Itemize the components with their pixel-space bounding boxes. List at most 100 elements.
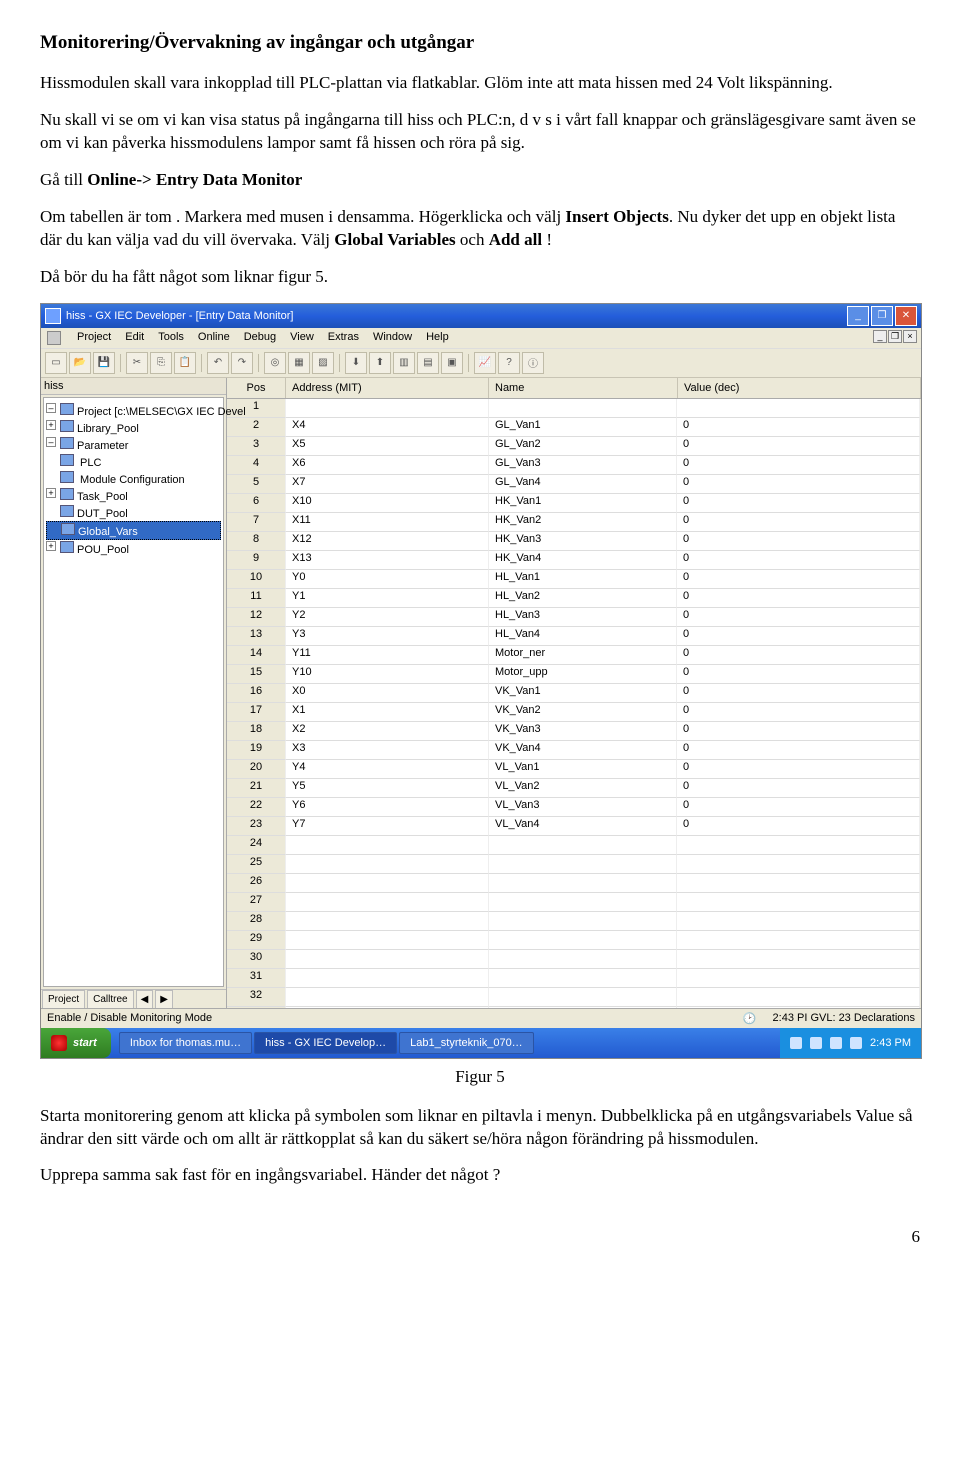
tray-icon-2[interactable] <box>810 1037 822 1049</box>
tree-item[interactable]: PLC <box>46 453 221 470</box>
tray-icon-4[interactable] <box>850 1037 862 1049</box>
cell-address[interactable]: X10 <box>286 494 489 513</box>
cell-name[interactable]: VK_Van2 <box>489 703 677 722</box>
cell-address[interactable]: X4 <box>286 418 489 437</box>
table-row[interactable]: 23Y7VL_Van40 <box>227 817 920 836</box>
sidebar-tab-nav-right[interactable]: ▶ <box>155 990 173 1008</box>
mdi-close-button[interactable]: × <box>903 330 917 343</box>
cell-value[interactable] <box>677 893 920 912</box>
cell-name[interactable]: HL_Van4 <box>489 627 677 646</box>
table-row[interactable]: 25 <box>227 855 920 874</box>
cell-address[interactable]: Y1 <box>286 589 489 608</box>
cell-address[interactable]: X3 <box>286 741 489 760</box>
cell-name[interactable]: GL_Van3 <box>489 456 677 475</box>
cell-value[interactable] <box>677 988 920 1007</box>
tool-open-icon[interactable]: 📂 <box>69 352 91 374</box>
cell-address[interactable] <box>286 836 489 855</box>
cell-value[interactable] <box>677 855 920 874</box>
cell-address[interactable]: X5 <box>286 437 489 456</box>
cell-name[interactable]: VL_Van3 <box>489 798 677 817</box>
maximize-button[interactable]: ❐ <box>871 306 893 326</box>
cell-address[interactable]: X6 <box>286 456 489 475</box>
table-row[interactable]: 4X6GL_Van30 <box>227 456 920 475</box>
table-row[interactable]: 10Y0HL_Van10 <box>227 570 920 589</box>
table-row[interactable]: 2X4GL_Van10 <box>227 418 920 437</box>
cell-value[interactable] <box>677 836 920 855</box>
table-row[interactable]: 14Y11Motor_ner0 <box>227 646 920 665</box>
cell-name[interactable]: HK_Van4 <box>489 551 677 570</box>
tool-save-icon[interactable]: 💾 <box>93 352 115 374</box>
tool-plc-1-icon[interactable]: ▥ <box>393 352 415 374</box>
cell-address[interactable]: Y6 <box>286 798 489 817</box>
cell-address[interactable]: X1 <box>286 703 489 722</box>
taskbar-item-hiss[interactable]: hiss - GX IEC Develop… <box>254 1032 397 1054</box>
tree-item[interactable]: Module Configuration <box>46 470 221 487</box>
cell-address[interactable] <box>286 931 489 950</box>
table-row[interactable]: 9X13HK_Van40 <box>227 551 920 570</box>
tool-misc-2-icon[interactable]: ▨ <box>312 352 334 374</box>
cell-address[interactable]: Y2 <box>286 608 489 627</box>
cell-name[interactable]: VK_Van3 <box>489 722 677 741</box>
cell-name[interactable]: HL_Van2 <box>489 589 677 608</box>
cell-address[interactable]: Y5 <box>286 779 489 798</box>
table-row[interactable]: 16X0VK_Van10 <box>227 684 920 703</box>
cell-name[interactable]: GL_Van2 <box>489 437 677 456</box>
cell-name[interactable]: HK_Van1 <box>489 494 677 513</box>
cell-address[interactable] <box>286 855 489 874</box>
window-titlebar[interactable]: hiss - GX IEC Developer - [Entry Data Mo… <box>41 304 921 328</box>
tool-info-icon[interactable]: ⓘ <box>522 352 544 374</box>
cell-value[interactable]: 0 <box>677 513 920 532</box>
tray-icon-3[interactable] <box>830 1037 842 1049</box>
table-row[interactable]: 33 <box>227 1007 920 1008</box>
cell-value[interactable]: 0 <box>677 665 920 684</box>
tool-copy-icon[interactable]: ⎘ <box>150 352 172 374</box>
table-row[interactable]: 31 <box>227 969 920 988</box>
cell-address[interactable]: X0 <box>286 684 489 703</box>
cell-name[interactable]: VL_Van4 <box>489 817 677 836</box>
cell-name[interactable]: GL_Van4 <box>489 475 677 494</box>
cell-name[interactable] <box>489 893 677 912</box>
tool-cut-icon[interactable]: ✂ <box>126 352 148 374</box>
cell-value[interactable] <box>677 969 920 988</box>
col-header-value[interactable]: Value (dec) <box>678 378 921 398</box>
table-row[interactable]: 18X2VK_Van30 <box>227 722 920 741</box>
cell-name[interactable] <box>489 969 677 988</box>
cell-name[interactable]: VK_Van4 <box>489 741 677 760</box>
cell-value[interactable]: 0 <box>677 570 920 589</box>
cell-value[interactable]: 0 <box>677 703 920 722</box>
cell-address[interactable] <box>286 988 489 1007</box>
tool-paste-icon[interactable]: 📋 <box>174 352 196 374</box>
menu-view[interactable]: View <box>290 331 314 345</box>
cell-name[interactable] <box>489 399 677 418</box>
taskbar-item-inbox[interactable]: Inbox for thomas.mu… <box>119 1032 252 1054</box>
table-row[interactable]: 26 <box>227 874 920 893</box>
table-row[interactable]: 32 <box>227 988 920 1007</box>
cell-value[interactable] <box>677 950 920 969</box>
close-button[interactable]: ✕ <box>895 306 917 326</box>
cell-name[interactable]: VK_Van1 <box>489 684 677 703</box>
table-row[interactable]: 30 <box>227 950 920 969</box>
menu-tools[interactable]: Tools <box>158 331 184 345</box>
tool-plc-2-icon[interactable]: ▤ <box>417 352 439 374</box>
tree-item[interactable]: DUT_Pool <box>46 504 221 521</box>
cell-value[interactable]: 0 <box>677 779 920 798</box>
table-row[interactable]: 3X5GL_Van20 <box>227 437 920 456</box>
cell-value[interactable] <box>677 912 920 931</box>
cell-address[interactable]: X7 <box>286 475 489 494</box>
cell-value[interactable]: 0 <box>677 589 920 608</box>
cell-name[interactable] <box>489 988 677 1007</box>
tool-chart-icon[interactable]: 📈 <box>474 352 496 374</box>
cell-address[interactable] <box>286 874 489 893</box>
cell-address[interactable]: X11 <box>286 513 489 532</box>
table-row[interactable]: 29 <box>227 931 920 950</box>
cell-address[interactable]: X13 <box>286 551 489 570</box>
tool-redo-icon[interactable]: ↷ <box>231 352 253 374</box>
menu-online[interactable]: Online <box>198 331 230 345</box>
tool-plc-3-icon[interactable]: ▣ <box>441 352 463 374</box>
table-row[interactable]: 17X1VK_Van20 <box>227 703 920 722</box>
cell-name[interactable]: VL_Van1 <box>489 760 677 779</box>
cell-value[interactable] <box>677 1007 920 1008</box>
cell-name[interactable]: HK_Van3 <box>489 532 677 551</box>
cell-value[interactable]: 0 <box>677 684 920 703</box>
tree-item[interactable]: Library_Pool <box>46 419 221 436</box>
